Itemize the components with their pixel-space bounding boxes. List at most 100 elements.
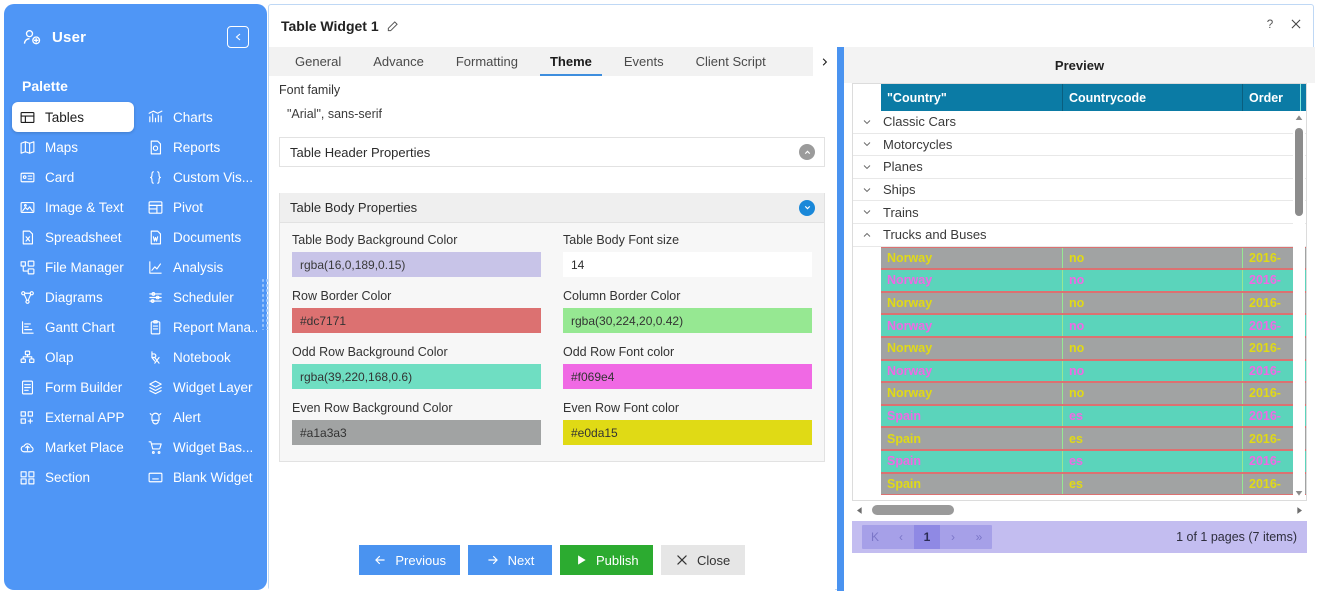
pager-page-1-button[interactable]: 1 [914, 525, 940, 549]
font-family-field: Font family [269, 76, 835, 127]
edit-pencil-icon[interactable] [386, 19, 400, 33]
pager-first-button[interactable]: K [862, 525, 888, 549]
column-header-countrycode[interactable]: Countrycode [1063, 84, 1243, 111]
scroll-right-arrow-icon[interactable] [1293, 506, 1307, 515]
group-row[interactable]: Trucks and Buses [853, 224, 1306, 247]
sidebar-item-image-text[interactable]: Image & Text [12, 192, 134, 222]
sidebar-item-widget-bas[interactable]: Widget Bas... [140, 432, 257, 462]
column-header-order[interactable]: Order [1243, 84, 1301, 111]
sidebar-item-alert[interactable]: Alert [140, 402, 257, 432]
preview-vertical-scrollbar[interactable] [1293, 112, 1305, 499]
pager-next-button[interactable]: › [940, 525, 966, 549]
scroll-up-arrow-icon[interactable] [1293, 112, 1305, 124]
chevron-up-icon[interactable] [799, 144, 815, 160]
tab-theme[interactable]: Theme [534, 47, 608, 76]
sidebar-item-tables[interactable]: Tables [12, 102, 134, 132]
publish-button[interactable]: Publish [559, 545, 653, 575]
odd-row-font-color-input[interactable] [563, 364, 812, 389]
sidebar-item-label: External APP [45, 409, 125, 425]
table-row[interactable]: Norway no 2016- [881, 269, 1306, 292]
tab-general[interactable]: General [279, 47, 357, 76]
sidebar-item-charts[interactable]: Charts [140, 102, 257, 132]
chevron-down-icon[interactable] [799, 199, 815, 216]
group-row[interactable]: Trains [853, 201, 1306, 224]
sidebar-item-label: Market Place [45, 439, 124, 455]
table-body-background-color-input[interactable] [292, 252, 541, 277]
tab-formatting[interactable]: Formatting [440, 47, 534, 76]
chevron-down-icon[interactable] [853, 184, 881, 196]
even-row-background-color-input[interactable] [292, 420, 541, 445]
sidebar-item-widget-layer[interactable]: Widget Layer [140, 372, 257, 402]
cell-country: Spain [881, 473, 1063, 495]
table-row[interactable]: Spain es 2016- [881, 472, 1306, 496]
sidebar-item-analysis[interactable]: Analysis [140, 252, 257, 282]
sidebar-item-file-manager[interactable]: File Manager [12, 252, 134, 282]
table-row[interactable]: Norway no 2016- [881, 359, 1306, 383]
table-row[interactable]: Spain es 2016- [881, 427, 1306, 450]
table-row[interactable]: Norway no 2016- [881, 314, 1306, 337]
chevron-down-icon[interactable] [853, 138, 881, 150]
table-row[interactable]: Spain es 2016- [881, 404, 1306, 428]
pane-splitter[interactable] [837, 47, 844, 591]
question-mark-icon[interactable]: ? [1263, 17, 1277, 31]
sidebar-item-section[interactable]: Section [12, 462, 134, 492]
table-row[interactable]: Spain es 2016- [881, 449, 1306, 473]
font-family-input[interactable] [279, 101, 825, 127]
table-row[interactable]: Norway no 2016- [881, 246, 1306, 270]
sidebar-item-olap[interactable]: Olap [12, 342, 134, 372]
table-row[interactable]: Norway no 2016- [881, 336, 1306, 360]
sidebar-item-maps[interactable]: Maps [12, 132, 134, 162]
sidebar-item-documents[interactable]: Documents [140, 222, 257, 252]
sidebar-item-form-builder[interactable]: Form Builder [12, 372, 134, 402]
chevron-down-icon[interactable] [853, 116, 881, 128]
chevron-down-icon[interactable] [853, 161, 881, 173]
tab-overflow-button[interactable] [813, 47, 835, 76]
row-border-color-input[interactable] [292, 308, 541, 333]
tab-events[interactable]: Events [608, 47, 680, 76]
tab-client-script[interactable]: Client Script [680, 47, 782, 76]
even-row-font-color-input[interactable] [563, 420, 812, 445]
chevron-down-icon[interactable] [853, 206, 881, 218]
scroll-down-arrow-icon[interactable] [1293, 487, 1305, 499]
table-row[interactable]: Norway no 2016- [881, 291, 1306, 315]
preview-hscroll-thumb[interactable] [872, 505, 954, 515]
group-row[interactable]: Planes [853, 156, 1306, 179]
sidebar-item-scheduler[interactable]: Scheduler [140, 282, 257, 312]
group-row[interactable]: Classic Cars [853, 111, 1306, 134]
sidebar-item-market-place[interactable]: Market Place [12, 432, 134, 462]
previous-button[interactable]: Previous [359, 545, 460, 575]
close-x-icon[interactable] [1289, 17, 1303, 31]
sidebar-item-custom-vis[interactable]: Custom Vis... [140, 162, 257, 192]
column-header-country[interactable]: "Country" [881, 84, 1063, 111]
preview-hscroll-track[interactable] [866, 505, 1293, 515]
sidebar-item-report-mana[interactable]: Report Mana... [140, 312, 257, 342]
table-body-font-size-input[interactable] [563, 252, 812, 277]
preview-horizontal-scrollbar[interactable] [852, 503, 1307, 517]
chevron-up-icon[interactable] [853, 229, 881, 241]
pager-last-button[interactable]: » [966, 525, 992, 549]
sidebar-item-blank-widget[interactable]: Blank Widget [140, 462, 257, 492]
close-button[interactable]: Close [660, 545, 745, 575]
tab-advance[interactable]: Advance [357, 47, 440, 76]
sidebar-item-external-app[interactable]: External APP [12, 402, 134, 432]
sidebar-item-reports[interactable]: Reports [140, 132, 257, 162]
table-body-properties-section[interactable]: Table Body Properties [279, 193, 825, 223]
sidebar-collapse-button[interactable] [227, 26, 249, 48]
sidebar-item-gantt-chart[interactable]: Gantt Chart [12, 312, 134, 342]
sidebar-item-pivot[interactable]: Pivot [140, 192, 257, 222]
odd-row-background-color-input[interactable] [292, 364, 541, 389]
sidebar-item-card[interactable]: Card [12, 162, 134, 192]
sidebar-item-diagrams[interactable]: Diagrams [12, 282, 134, 312]
scroll-left-arrow-icon[interactable] [852, 506, 866, 515]
group-row[interactable]: Ships [853, 179, 1306, 202]
pager-prev-button[interactable]: ‹ [888, 525, 914, 549]
group-row[interactable]: Motorcycles [853, 134, 1306, 157]
sidebar-item-spreadsheet[interactable]: Spreadsheet [12, 222, 134, 252]
table-row[interactable]: Norway no 2016- [881, 382, 1306, 405]
next-button[interactable]: Next [467, 545, 552, 575]
preview-vscroll-thumb[interactable] [1295, 128, 1303, 216]
column-border-color-input[interactable] [563, 308, 812, 333]
table-header-properties-section[interactable]: Table Header Properties [279, 137, 825, 167]
sidebar-item-notebook[interactable]: Notebook [140, 342, 257, 372]
cell-country: Spain [881, 405, 1063, 427]
